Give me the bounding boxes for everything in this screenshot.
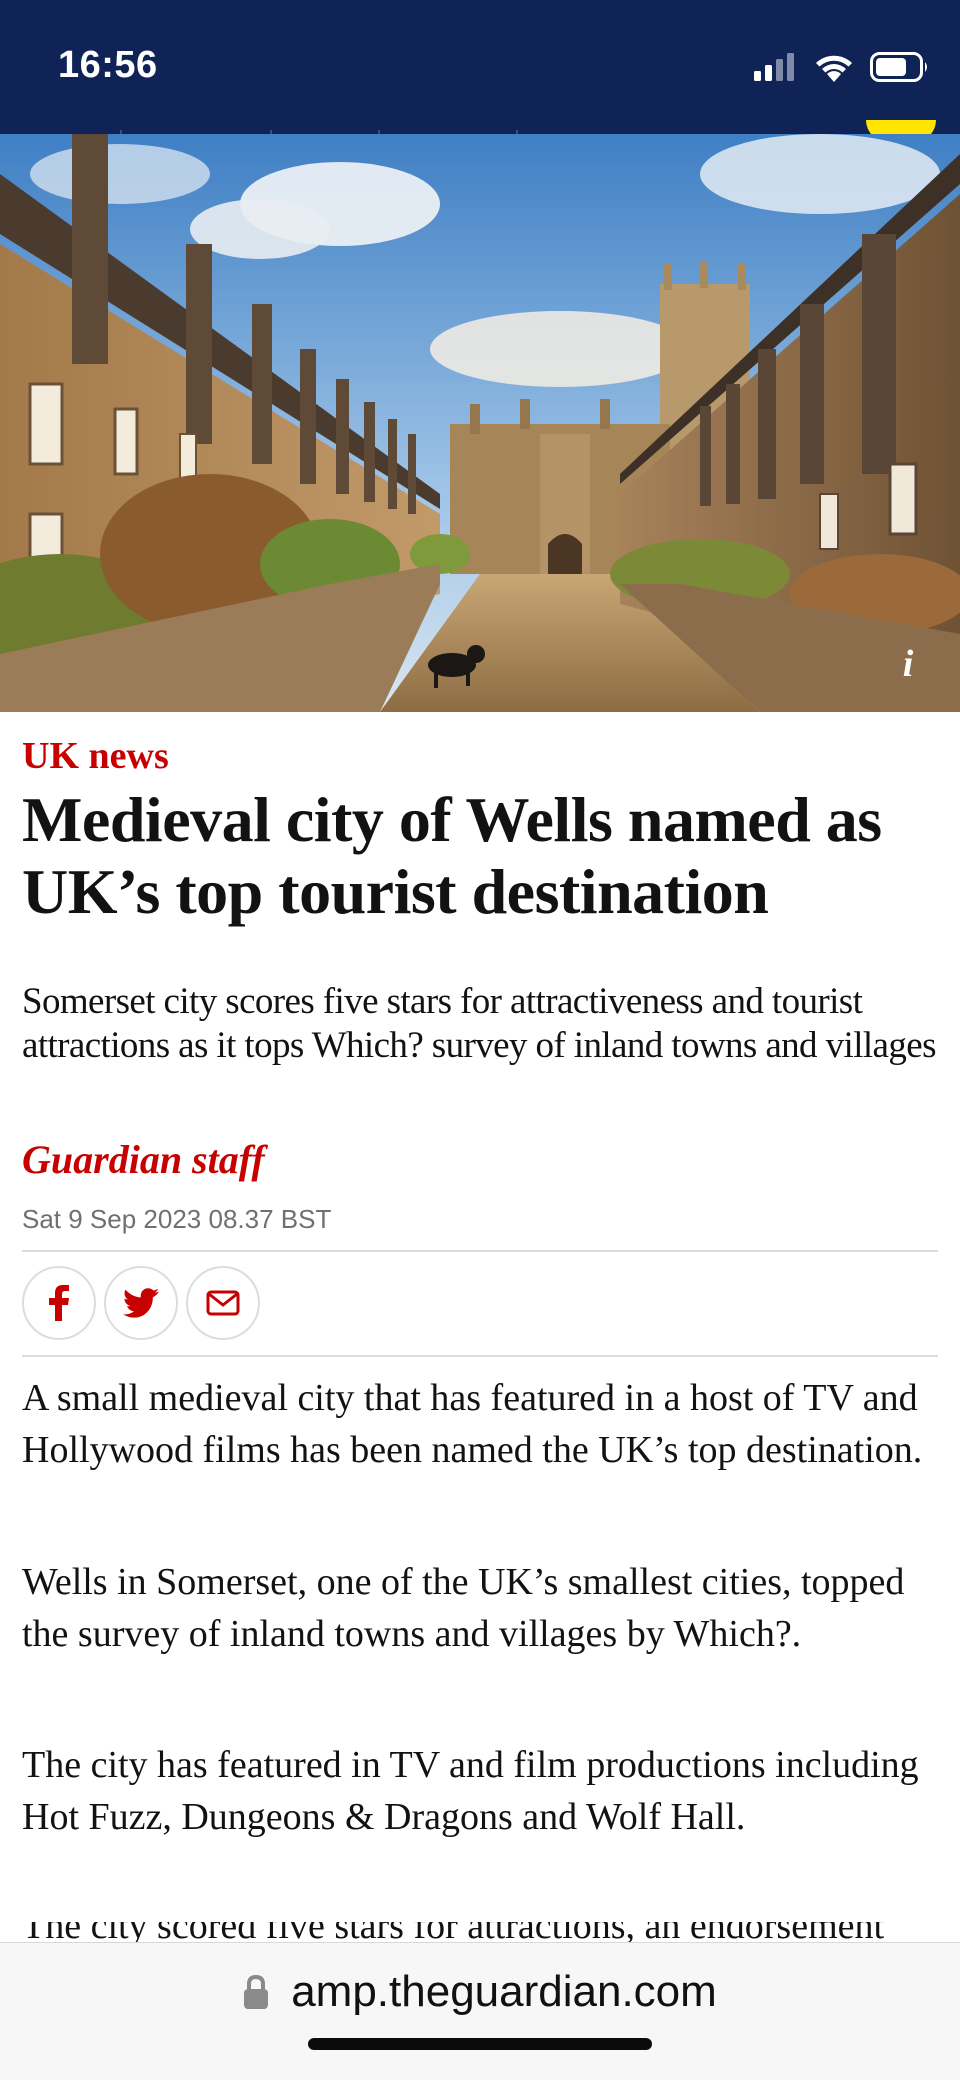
article-paragraph: Wells in Somerset, one of the UK’s small… — [22, 1561, 905, 1655]
twitter-icon — [123, 1288, 159, 1318]
share-twitter-button[interactable] — [104, 1266, 178, 1340]
status-icons — [754, 52, 930, 82]
standfirst: Somerset city scores five stars for attr… — [22, 981, 937, 1066]
article-paragraph: The city has featured in TV and film pro… — [22, 1744, 919, 1838]
info-icon[interactable]: i — [890, 645, 926, 683]
url-text: amp.theguardian.com — [291, 1967, 717, 2016]
home-indicator[interactable] — [308, 2038, 652, 2050]
section-link[interactable]: UK news — [22, 734, 169, 778]
share-buttons — [22, 1266, 260, 1340]
status-time: 16:56 — [58, 44, 158, 86]
lock-icon — [244, 1974, 269, 2009]
article-paragraph-partial: The city scored five stars for attractio… — [22, 1922, 952, 1942]
article-paragraph: The city scored five stars for attractio… — [22, 1922, 952, 1942]
signal-icon — [754, 53, 794, 81]
divider — [22, 1250, 938, 1252]
byline-link[interactable]: Guardian staff — [22, 1136, 265, 1183]
browser-url-bar[interactable]: amp.theguardian.com — [0, 1942, 960, 2080]
battery-icon — [870, 52, 927, 82]
article-paragraph: A small medieval city that has featured … — [22, 1377, 923, 1471]
hero-illustration — [0, 134, 960, 712]
facebook-icon — [49, 1285, 69, 1321]
wifi-icon — [816, 55, 852, 82]
share-email-button[interactable] — [186, 1266, 260, 1340]
divider — [22, 1355, 938, 1357]
publish-date: Sat 9 Sep 2023 08.37 BST — [22, 1204, 332, 1234]
share-facebook-button[interactable] — [22, 1266, 96, 1340]
email-icon — [206, 1290, 240, 1316]
status-bar: 16:56 — [0, 0, 960, 134]
hero-image: i — [0, 134, 960, 712]
headline: Medieval city of Wells named as UK’s top… — [22, 784, 882, 927]
url-display[interactable]: amp.theguardian.com — [0, 1967, 960, 2017]
